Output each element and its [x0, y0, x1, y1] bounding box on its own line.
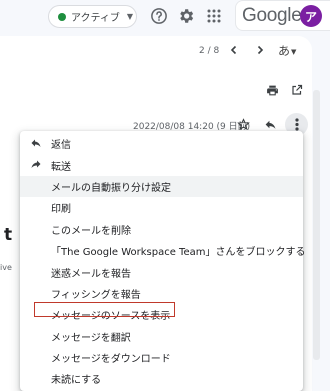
menu-item-label: 迷惑メールを報告: [51, 268, 131, 280]
menu-item-mark-unread[interactable]: 未読にする: [20, 368, 303, 389]
menu-item-label: このメールを削除: [51, 225, 131, 237]
star-icon[interactable]: [236, 117, 250, 131]
chevron-right-icon[interactable]: [253, 43, 267, 57]
menu-item-label: 未読にする: [51, 375, 102, 387]
status-label: アクティブ: [71, 13, 120, 24]
menu-item-label: 印刷: [51, 204, 71, 216]
menu-item-block-sender[interactable]: 「The Google Workspace Team」さんをブロックする: [20, 240, 306, 261]
reply-icon: [30, 137, 42, 149]
menu-item-show-original[interactable]: メッセージのソースを表示: [20, 304, 303, 325]
caret-down-icon: ▼: [126, 12, 134, 21]
caret-down-icon: ▼: [291, 47, 297, 56]
reply-icon[interactable]: [263, 117, 277, 131]
menu-item-label: 「The Google Workspace Team」さんをブロックする: [51, 247, 306, 259]
status-dot-icon: [58, 12, 66, 21]
menu-item-label: メールの自動振り分け設定: [51, 182, 171, 194]
menu-item-label: メッセージをダウンロード: [51, 354, 171, 366]
pager-count: 2 / 8: [199, 46, 220, 56]
menu-item-print[interactable]: 印刷: [20, 197, 303, 218]
menu-item-label: メッセージを翻訳: [51, 332, 131, 344]
chevron-left-icon[interactable]: [227, 43, 241, 57]
menu-item-delete[interactable]: このメールを削除: [20, 219, 303, 240]
menu-item-label: フィッシングを報告: [51, 289, 141, 301]
menu-item-reply[interactable]: 返信: [20, 133, 303, 154]
menu-item-translate[interactable]: メッセージを翻訳: [20, 326, 303, 347]
status-dropdown[interactable]: アクティブ ▼: [48, 5, 137, 28]
menu-item-report-spam[interactable]: 迷惑メールを報告: [20, 261, 303, 282]
apps-grid-icon[interactable]: [204, 6, 224, 26]
language-label: あ: [278, 44, 291, 58]
message-options-menu: 返信 転送 メールの自動振り分け設定 印刷 このメールを削除 「The Goog…: [20, 131, 306, 391]
menu-item-report-phishing[interactable]: フィッシングを報告: [20, 283, 303, 304]
open-in-new-window-icon[interactable]: [290, 83, 304, 97]
menu-item-label: メッセージのソースを表示: [51, 311, 171, 323]
account-box: Google ア: [235, 0, 330, 31]
help-icon[interactable]: [149, 6, 169, 26]
message-text-partial: ive: [0, 263, 12, 272]
menu-item-download[interactable]: メッセージをダウンロード: [20, 347, 303, 368]
menu-item-label: 転送: [51, 161, 71, 173]
input-language-button[interactable]: あ▼: [278, 42, 296, 59]
menu-item-label: 返信: [51, 140, 71, 152]
menu-item-filter-messages[interactable]: メールの自動振り分け設定: [20, 175, 303, 198]
print-icon[interactable]: [265, 83, 279, 97]
google-logo: Google: [242, 5, 302, 26]
menu-item-forward[interactable]: 転送: [20, 154, 303, 175]
scrollbar[interactable]: [313, 90, 320, 360]
forward-icon: [30, 158, 42, 170]
avatar[interactable]: ア: [300, 5, 322, 27]
settings-icon[interactable]: [176, 6, 196, 26]
